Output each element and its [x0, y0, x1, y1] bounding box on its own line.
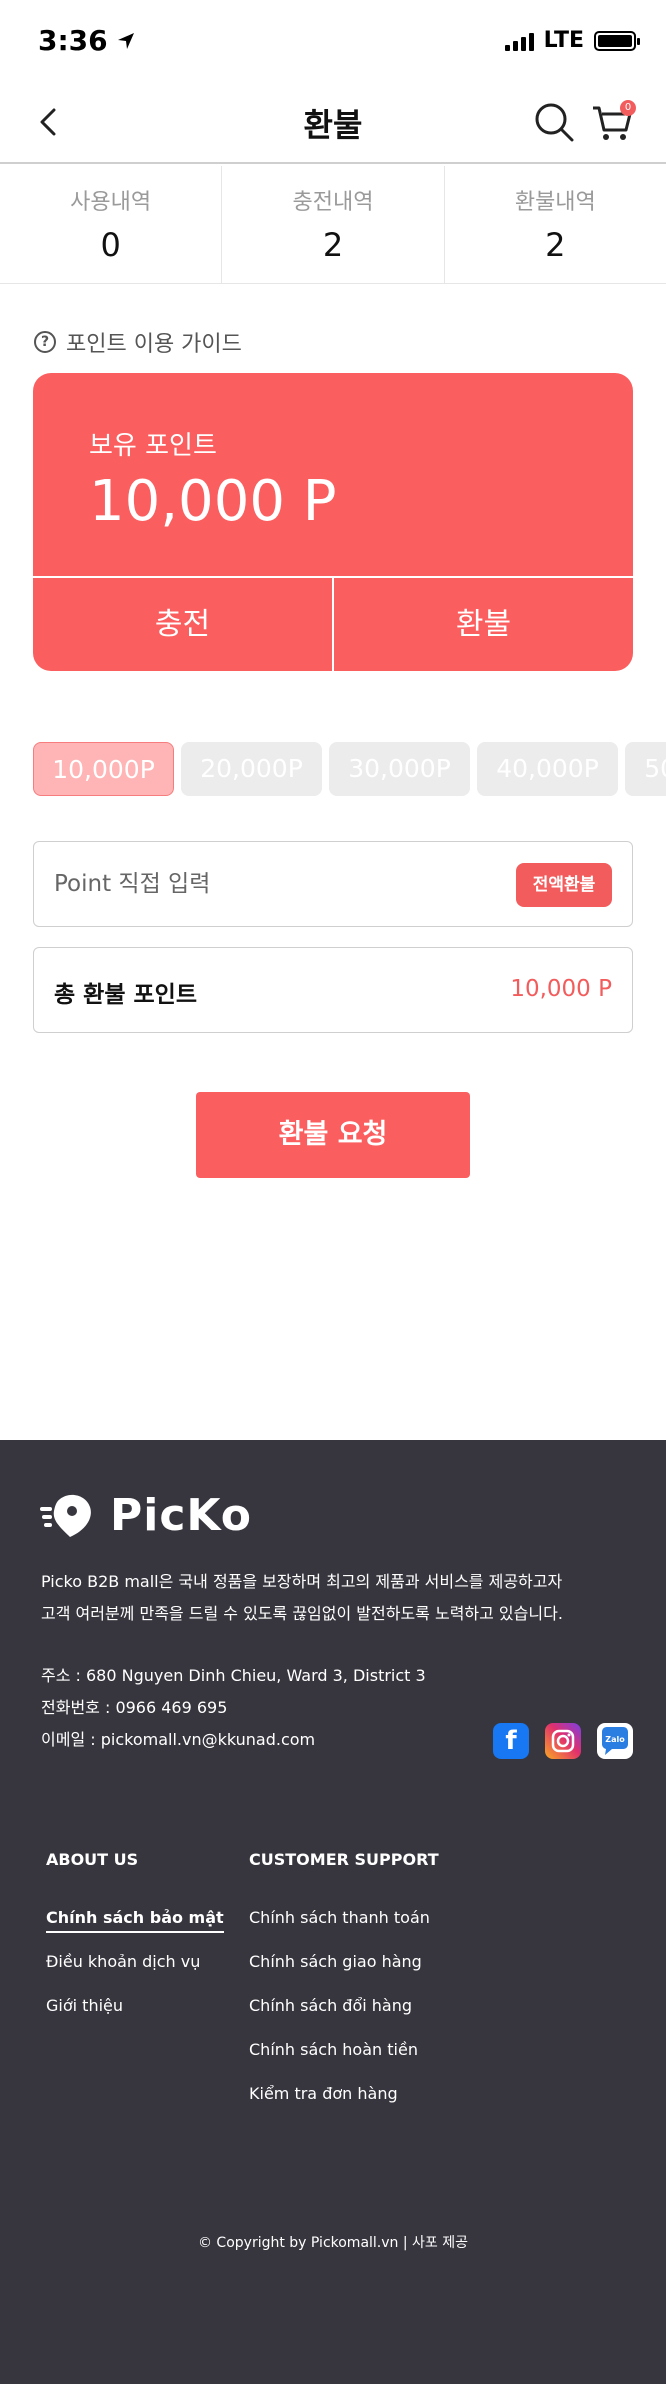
summary-label: 환불내역	[514, 190, 596, 215]
history-summary: 사용내역 0 충전내역 2 환불내역 2	[0, 166, 666, 284]
facebook-icon[interactable]: f	[493, 1723, 529, 1759]
copyright-text: © Copyright by Pickomall.vn | 사포 제공	[197, 2235, 469, 2251]
customer-support-title: CUSTOMER SUPPORT	[249, 1850, 439, 1869]
link-privacy-policy[interactable]: Chính sách bảo mật	[46, 1908, 224, 1952]
amount-chip-20000[interactable]: 20,000P	[181, 742, 322, 796]
link-exchange-policy[interactable]: Chính sách đổi hàng	[249, 1996, 430, 2040]
instagram-icon[interactable]	[545, 1723, 581, 1759]
footer-email: 이메일 : pickomall.vn@kkunad.com	[41, 1730, 316, 1749]
search-button[interactable]	[532, 100, 576, 144]
total-refund-label: 총 환불 포인트	[54, 982, 197, 1008]
link-payment-policy[interactable]: Chính sách thanh toán	[249, 1908, 430, 1952]
battery-icon	[594, 30, 640, 51]
cart-count-badge: 0	[620, 100, 636, 116]
footer-description: Picko B2B mall은 국내 정품을 보장하며 최고의 제품과 서비스를…	[41, 1566, 641, 1630]
link-refund-policy[interactable]: Chính sách hoàn tiền	[249, 2040, 430, 2084]
zalo-icon[interactable]: Zalo	[597, 1723, 633, 1759]
about-us-title: ABOUT US	[46, 1850, 139, 1869]
status-bar: 3:36 LTE	[0, 0, 666, 80]
total-refund-value: 10,000 P	[510, 976, 612, 1002]
summary-label: 사용내역	[70, 190, 152, 215]
customer-support-links: Chính sách thanh toán Chính sách giao hà…	[249, 1908, 430, 2128]
footer-desc-line: 고객 여러분께 만족을 드릴 수 있도록 끊임없이 발전하도록 노력하고 있습니…	[41, 1604, 563, 1623]
point-guide-link[interactable]: ? 포인트 이용 가이드	[34, 326, 242, 358]
full-refund-button[interactable]: 전액환불	[516, 863, 612, 907]
link-order-tracking[interactable]: Kiểm tra đơn hàng	[249, 2084, 430, 2128]
amount-chip-30000[interactable]: 30,000P	[329, 742, 470, 796]
search-icon	[535, 103, 574, 142]
footer-desc-line: Picko B2B mall은 국내 정품을 보장하며 최고의 제품과 서비스를…	[41, 1572, 563, 1591]
refund-button[interactable]: 환불	[334, 578, 633, 671]
amount-chip-40000[interactable]: 40,000P	[477, 742, 618, 796]
summary-charge-history[interactable]: 충전내역 2	[222, 166, 445, 283]
location-arrow-icon	[117, 32, 134, 49]
summary-refund-history[interactable]: 환불내역 2	[445, 166, 666, 283]
point-balance-card: 보유 포인트 10,000 P 충전 환불	[33, 373, 633, 671]
link-terms-of-service[interactable]: Điều khoản dịch vụ	[46, 1952, 224, 1996]
summary-label: 충전내역	[292, 190, 374, 215]
footer-phone: 전화번호 : 0966 469 695	[41, 1698, 228, 1717]
footer-address: 주소 : 680 Nguyen Dinh Chieu, Ward 3, Dist…	[41, 1666, 426, 1685]
charge-button[interactable]: 충전	[33, 578, 334, 671]
point-input-box: 전액환불	[33, 841, 633, 927]
refund-request-button[interactable]: 환불 요청	[196, 1092, 470, 1178]
status-time: 3:36	[38, 24, 136, 57]
social-links: f Zalo	[493, 1723, 633, 1759]
summary-usage-history[interactable]: 사용내역 0	[0, 166, 223, 283]
question-circle-icon: ?	[34, 331, 56, 353]
link-introduction[interactable]: Giới thiệu	[46, 1996, 224, 2040]
picko-logo: PicKo	[40, 1490, 252, 1541]
summary-count: 2	[545, 226, 566, 264]
summary-count: 2	[322, 226, 344, 264]
guide-label: 포인트 이용 가이드	[66, 332, 242, 357]
network-label: LTE	[543, 28, 584, 53]
point-input[interactable]	[54, 862, 494, 906]
summary-count: 0	[100, 226, 121, 264]
picko-logo-icon	[40, 1494, 91, 1537]
app-header: 환불 0	[0, 80, 666, 164]
point-card-actions: 충전 환불	[33, 576, 633, 671]
amount-chip-10000[interactable]: 10,000P	[33, 742, 174, 796]
link-shipping-policy[interactable]: Chính sách giao hàng	[249, 1952, 430, 1996]
logo-text: PicKo	[110, 1490, 252, 1541]
point-balance-amount: 10,000 P	[89, 469, 337, 534]
status-indicators: LTE	[504, 28, 640, 53]
about-us-links: Chính sách bảo mật Điều khoản dịch vụ Gi…	[46, 1908, 224, 2040]
zalo-label: Zalo	[605, 1735, 625, 1744]
amount-chip-50000[interactable]: 50,000P	[625, 742, 666, 796]
link-label: Chính sách bảo mật	[46, 1908, 224, 1933]
footer-contact: 주소 : 680 Nguyen Dinh Chieu, Ward 3, Dist…	[41, 1660, 426, 1756]
site-footer: PicKo Picko B2B mall은 국내 정품을 보장하며 최고의 제품…	[0, 1440, 666, 2384]
total-refund-box: 총 환불 포인트 10,000 P	[33, 947, 633, 1033]
point-balance-label: 보유 포인트	[89, 431, 217, 461]
status-time-text: 3:36	[38, 24, 108, 57]
signal-icon	[504, 31, 534, 51]
amount-chip-list: 10,000P20,000P30,000P40,000P50,000P	[33, 742, 666, 798]
